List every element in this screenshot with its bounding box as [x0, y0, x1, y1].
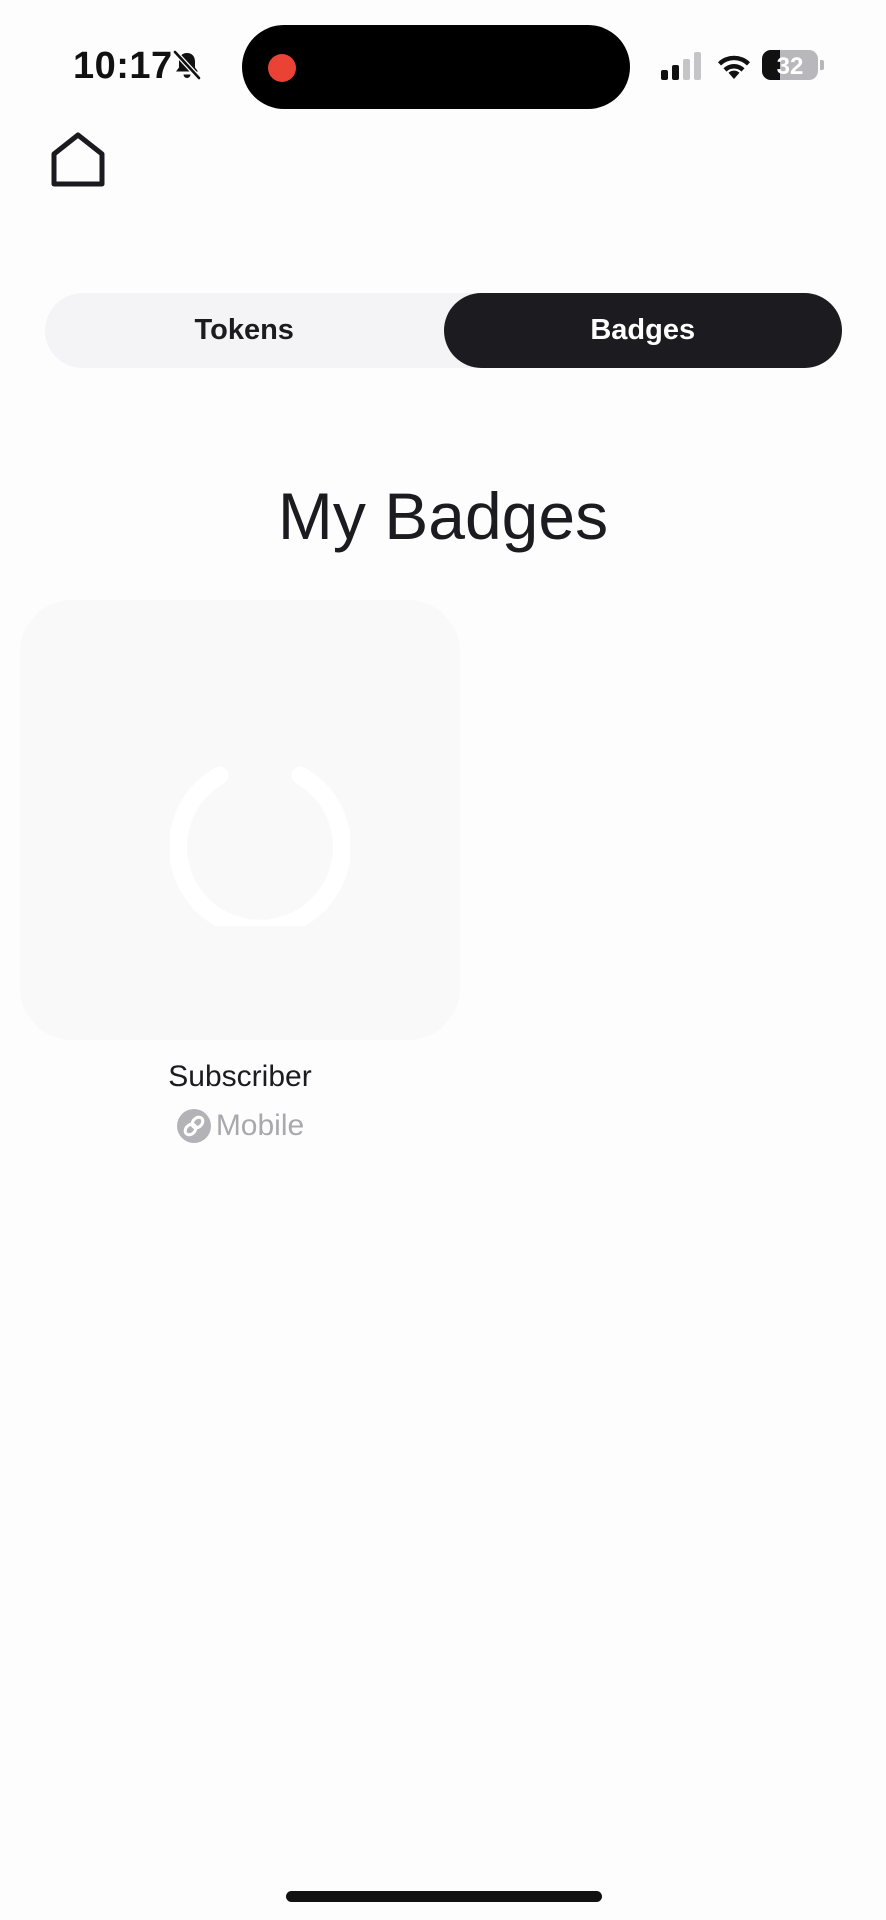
- badge-source-label: Mobile: [215, 1109, 305, 1142]
- home-indicator[interactable]: [286, 1891, 602, 1902]
- badge-card[interactable]: [20, 600, 460, 1040]
- wifi-icon: [718, 55, 750, 79]
- tab-switcher: Tokens Badges: [45, 293, 842, 368]
- home-icon[interactable]: [50, 132, 106, 188]
- badge-name: Subscriber: [168, 1060, 312, 1093]
- dynamic-island: [242, 25, 630, 109]
- screen: 10:17 32 Tokens Badges My Badges Subscri…: [0, 0, 886, 1920]
- battery-cap: [820, 60, 824, 70]
- loading-spinner-icon: [170, 766, 350, 926]
- tab-badges[interactable]: Badges: [443, 293, 842, 368]
- mobile-link-icon: [176, 1109, 211, 1143]
- status-time: 10:17: [73, 45, 173, 87]
- battery-icon: 32: [762, 48, 824, 82]
- tab-tokens[interactable]: Tokens: [45, 293, 444, 368]
- signal-icon: [661, 52, 701, 80]
- battery-level: 32: [776, 53, 804, 80]
- page-title: My Badges: [277, 479, 609, 553]
- badge-source: Mobile: [20, 1106, 460, 1146]
- recording-indicator: [268, 54, 296, 82]
- bell-slash-icon: [173, 50, 201, 80]
- battery-body: 32: [762, 50, 818, 80]
